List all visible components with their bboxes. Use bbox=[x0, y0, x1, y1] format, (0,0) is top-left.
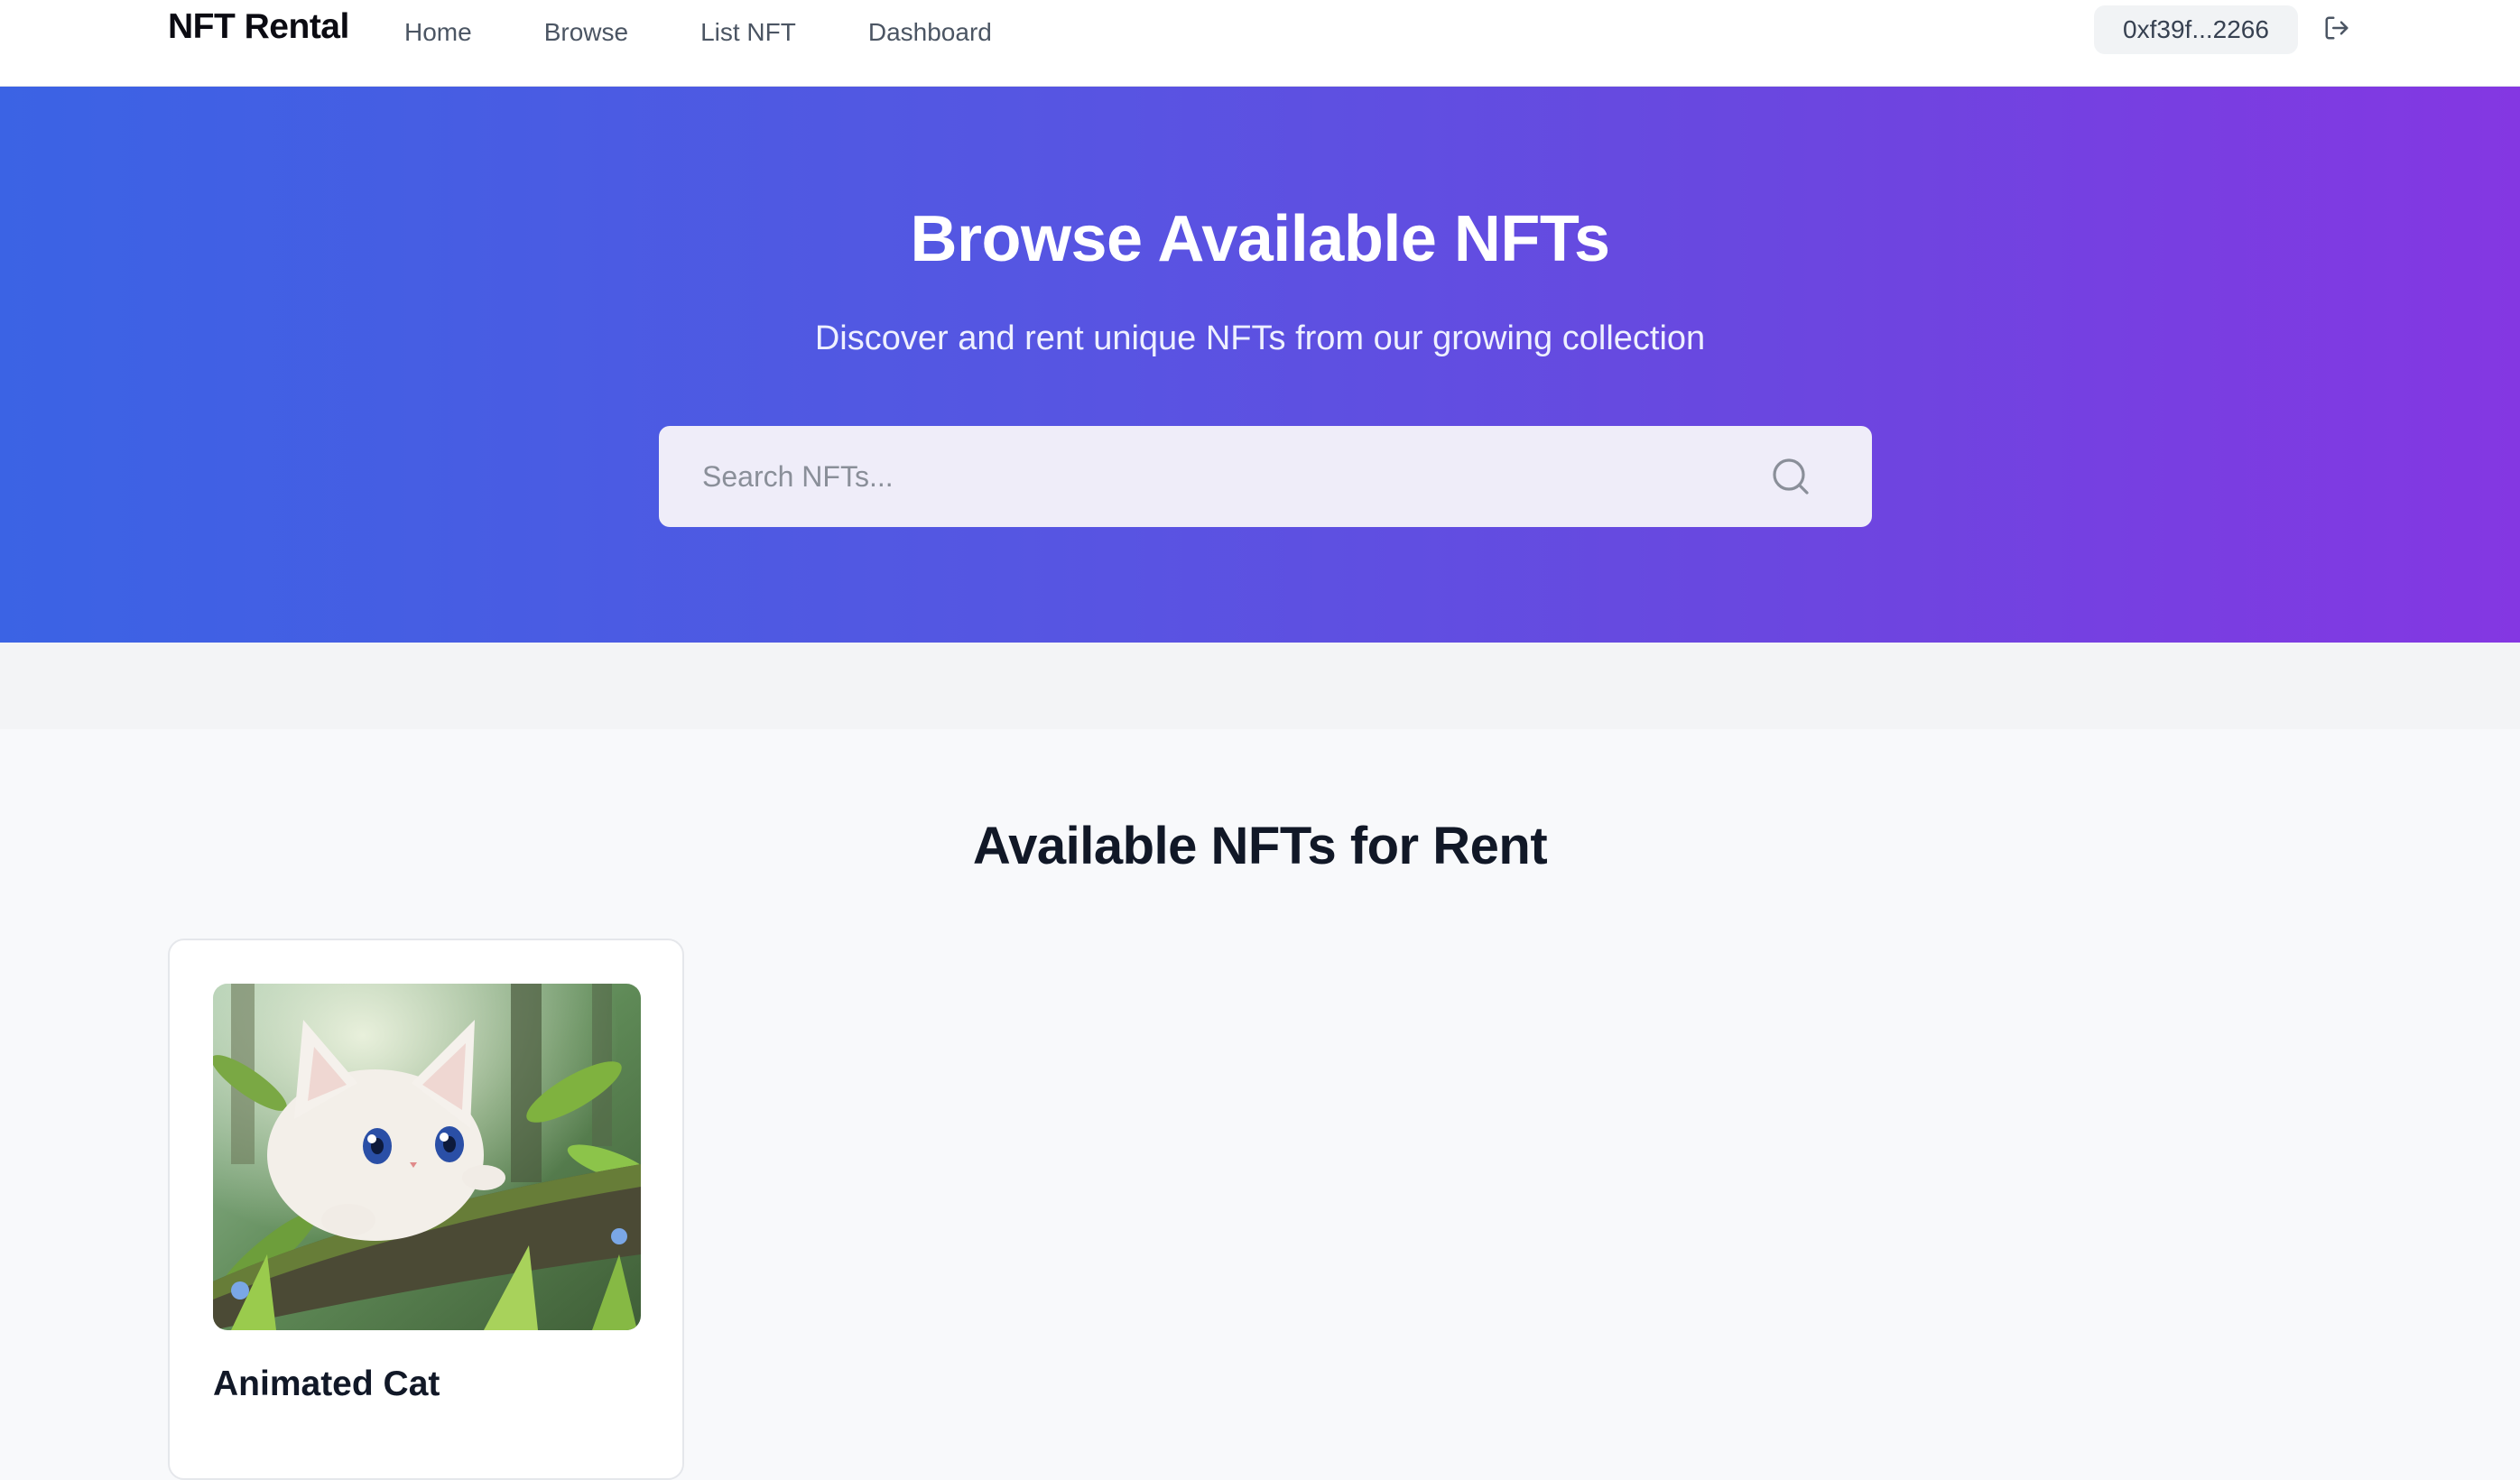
search-icon[interactable] bbox=[1769, 455, 1812, 498]
hero-subtitle: Discover and rent unique NFTs from our g… bbox=[814, 319, 1706, 357]
nav-links: Home Browse List NFT Dashboard bbox=[404, 18, 1064, 47]
section-divider-band bbox=[0, 643, 2520, 729]
top-navbar: NFT Rental Home Browse List NFT Dashboar… bbox=[0, 0, 2520, 87]
search-input[interactable] bbox=[659, 426, 1787, 527]
hero-banner: Browse Available NFTs Discover and rent … bbox=[0, 87, 2520, 643]
nft-image bbox=[213, 984, 641, 1330]
nav-link-browse[interactable]: Browse bbox=[544, 18, 628, 47]
section-title: Available NFTs for Rent bbox=[972, 817, 1548, 875]
nav-link-home[interactable]: Home bbox=[404, 18, 472, 47]
nft-card-title: Animated Cat bbox=[213, 1364, 440, 1403]
logout-icon[interactable] bbox=[2323, 14, 2350, 42]
brand-logo[interactable]: NFT Rental bbox=[168, 7, 349, 47]
hero-title: Browse Available NFTs bbox=[910, 203, 1610, 275]
nav-link-dashboard[interactable]: Dashboard bbox=[868, 18, 992, 47]
nft-card[interactable]: Animated Cat bbox=[168, 939, 684, 1480]
wallet-address-button[interactable]: 0xf39f...2266 bbox=[2094, 5, 2298, 54]
nav-link-list-nft[interactable]: List NFT bbox=[700, 18, 796, 47]
search-bar bbox=[659, 426, 1872, 527]
